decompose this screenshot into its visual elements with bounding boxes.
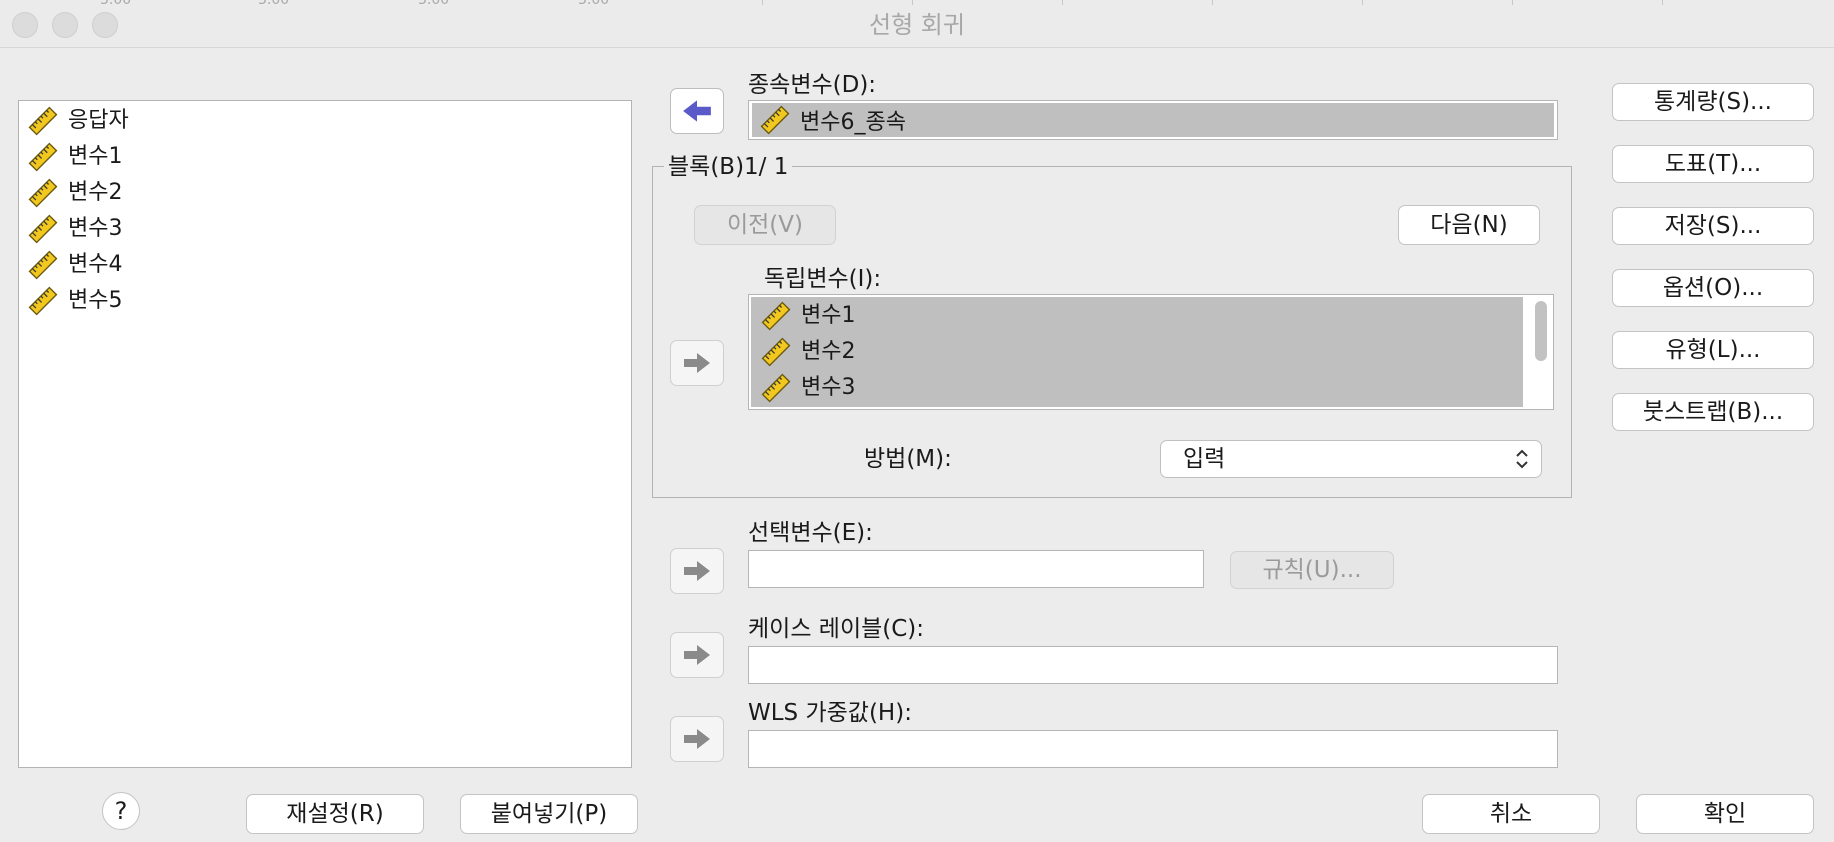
block-legend: 블록(B)1/ 1 xyxy=(664,152,793,182)
cancel-button[interactable]: 취소 xyxy=(1422,794,1600,834)
ruler-scale-icon xyxy=(28,142,58,172)
case-label-label: 케이스 레이블(C): xyxy=(748,616,925,642)
case-label-field[interactable] xyxy=(748,646,1558,684)
bootstrap-button[interactable]: 붓스트랩(B)... xyxy=(1612,393,1814,431)
ruler-scale-icon xyxy=(761,301,791,331)
variable-label: 변수5 xyxy=(68,288,123,313)
list-item[interactable]: 변수2 xyxy=(761,337,855,367)
dependent-value: 변수6_종속 xyxy=(800,110,906,135)
move-case-label-button[interactable] xyxy=(670,632,724,678)
selection-field[interactable] xyxy=(748,550,1204,588)
move-wls-button[interactable] xyxy=(670,716,724,762)
arrow-left-icon xyxy=(681,98,713,124)
variable-label: 변수1 xyxy=(801,303,856,328)
list-item[interactable]: 변수1 xyxy=(761,301,855,331)
variable-label: 응답자 xyxy=(68,108,129,133)
list-item[interactable]: 변수4 xyxy=(28,250,122,280)
ruler-scale-icon xyxy=(28,214,58,244)
list-item[interactable]: 변수5 xyxy=(28,286,122,316)
ruler-scale-icon xyxy=(760,105,790,135)
previous-block-button[interactable]: 이전(V) xyxy=(694,205,836,245)
arrow-right-icon xyxy=(682,727,712,751)
chevron-up-down-icon xyxy=(1516,449,1528,469)
rule-button[interactable]: 규칙(U)... xyxy=(1230,551,1394,589)
list-item[interactable]: 변수2 xyxy=(28,178,122,208)
ruler-scale-icon xyxy=(28,250,58,280)
arrow-right-icon xyxy=(682,559,712,583)
method-label: 방법(M): xyxy=(864,446,952,472)
method-value: 입력 xyxy=(1183,446,1226,472)
selection-label: 선택변수(E): xyxy=(748,520,873,546)
dependent-field[interactable]: 변수6_종속 xyxy=(748,100,1558,140)
move-selection-button[interactable] xyxy=(670,548,724,594)
arrow-right-icon xyxy=(682,351,712,375)
list-item[interactable]: 변수3 xyxy=(761,373,855,403)
variable-label: 변수2 xyxy=(801,339,856,364)
style-button[interactable]: 유형(L)... xyxy=(1612,331,1814,369)
ruler-scale-icon xyxy=(28,106,58,136)
arrow-right-icon xyxy=(682,643,712,667)
wls-field[interactable] xyxy=(748,730,1558,768)
save-button[interactable]: 저장(S)... xyxy=(1612,207,1814,245)
help-button[interactable]: ? xyxy=(102,792,140,830)
variable-label: 변수1 xyxy=(68,144,123,169)
ok-button[interactable]: 확인 xyxy=(1636,794,1814,834)
independent-label: 독립변수(I): xyxy=(764,266,882,292)
list-item[interactable]: 응답자 xyxy=(28,106,129,136)
window-title: 선형 회귀 xyxy=(869,11,965,39)
paste-button[interactable]: 붙여넣기(P) xyxy=(460,794,638,834)
variable-label: 변수3 xyxy=(801,375,856,400)
list-item[interactable]: 변수1 xyxy=(28,142,122,172)
move-dependent-button[interactable] xyxy=(670,88,724,134)
ruler-scale-icon xyxy=(28,286,58,316)
next-block-button[interactable]: 다음(N) xyxy=(1398,205,1540,245)
wls-label: WLS 가중값(H): xyxy=(748,700,912,726)
variable-label: 변수3 xyxy=(68,216,123,241)
dependent-label: 종속변수(D): xyxy=(748,72,877,98)
method-select[interactable]: 입력 xyxy=(1160,440,1542,478)
move-independent-button[interactable] xyxy=(670,340,724,386)
plots-button[interactable]: 도표(T)... xyxy=(1612,145,1814,183)
variable-label: 변수2 xyxy=(68,180,123,205)
list-item[interactable]: 변수3 xyxy=(28,214,122,244)
statistics-button[interactable]: 통계량(S)... xyxy=(1612,83,1814,121)
ruler-scale-icon xyxy=(761,373,791,403)
reset-button[interactable]: 재설정(R) xyxy=(246,794,424,834)
ruler-scale-icon xyxy=(761,337,791,367)
ruler-scale-icon xyxy=(28,178,58,208)
scrollbar[interactable] xyxy=(1533,301,1549,401)
independent-list[interactable]: 변수1 변수2 변수3 xyxy=(748,294,1554,410)
variable-label: 변수4 xyxy=(68,252,123,277)
options-button[interactable]: 옵션(O)... xyxy=(1612,269,1814,307)
scroll-thumb[interactable] xyxy=(1535,301,1547,361)
